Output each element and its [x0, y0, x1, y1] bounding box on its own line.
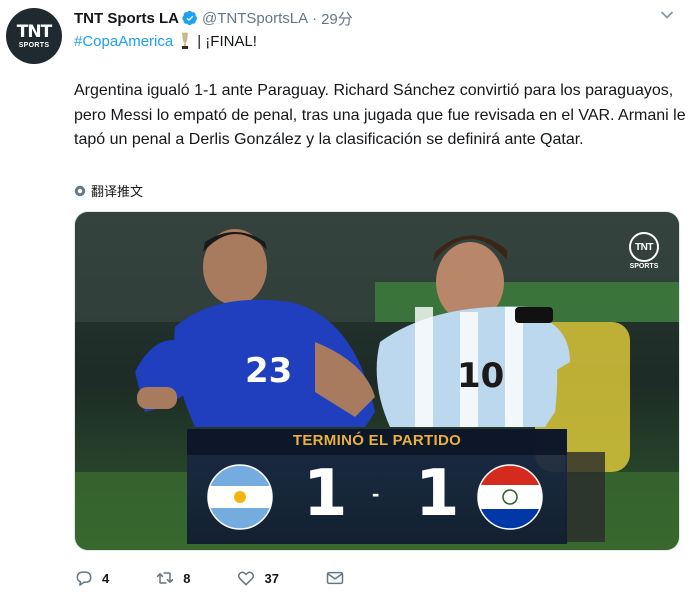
score-separator: - — [372, 481, 380, 506]
retweet-button[interactable]: 8 — [155, 568, 190, 588]
translate-tweet-link[interactable]: 翻译推文 — [74, 181, 143, 200]
like-count: 37 — [264, 570, 279, 586]
tweet-actions: 4 8 37 — [74, 566, 399, 590]
trophy-icon — [182, 32, 189, 49]
retweet-count: 8 — [183, 570, 191, 586]
hashtag-link[interactable]: #CopaAmerica — [74, 33, 173, 50]
reply-count: 4 — [102, 570, 110, 586]
avatar-logo-sub: SPORTS — [18, 41, 50, 49]
tweet-header: TNT Sports LA @TNTSportsLA · 29分 — [74, 8, 353, 28]
scoreboard: TERMINÓ EL PARTIDO 1 - 1 — [187, 429, 567, 544]
verified-badge-icon — [182, 10, 197, 26]
away-score: 1 — [415, 457, 460, 531]
tweet-card: TNT SPORTS TNT Sports LA @TNTSportsLA · … — [0, 0, 690, 603]
reply-button[interactable]: 4 — [74, 568, 109, 588]
reply-icon — [76, 571, 92, 586]
handle[interactable]: @TNTSportsLA — [202, 10, 308, 27]
translate-label: 翻译推文 — [91, 184, 144, 199]
player-left-number: 23 — [245, 351, 292, 391]
tweet-media-image[interactable]: 23 10 TNT SPORTS TERMINÓ EL PARTIDO 1 - … — [74, 211, 680, 551]
globe-icon — [74, 185, 86, 196]
home-score: 1 — [303, 457, 348, 531]
direct-message-button[interactable] — [325, 568, 353, 588]
avatar-logo-mark: TNT — [16, 21, 52, 42]
like-button[interactable]: 37 — [236, 568, 279, 588]
separator-dot: · — [312, 9, 318, 27]
watermark-mark: TNT — [629, 232, 659, 262]
envelope-icon — [326, 571, 344, 585]
tweet-body-text: Argentina igualó 1-1 ante Paraguay. Rich… — [74, 82, 686, 148]
watermark-sub: SPORTS — [629, 263, 659, 270]
avatar[interactable]: TNT SPORTS — [6, 8, 62, 64]
tnt-watermark: TNT SPORTS — [629, 232, 659, 270]
match-status: TERMINÓ EL PARTIDO — [292, 432, 462, 449]
player-right-number: 10 — [457, 356, 504, 396]
heart-icon — [238, 571, 255, 586]
tweet-title-text: | ¡FINAL! — [197, 32, 257, 50]
timestamp[interactable]: 29分 — [321, 8, 353, 29]
tweet-title-line: #CopaAmerica | ¡FINAL! — [74, 32, 257, 50]
display-name[interactable]: TNT Sports LA — [74, 10, 179, 27]
chevron-down-icon[interactable] — [660, 10, 674, 20]
retweet-icon — [156, 572, 174, 584]
